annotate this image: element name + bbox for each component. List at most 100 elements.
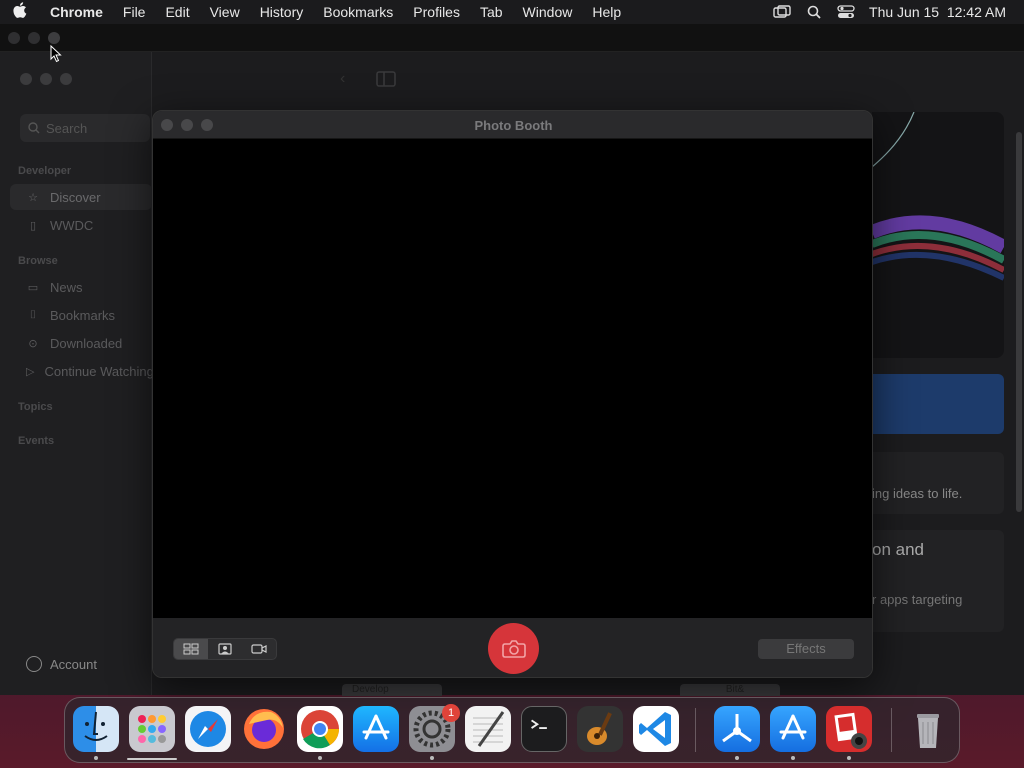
- dock-separator: [891, 708, 892, 752]
- camera-preview: [153, 139, 872, 618]
- play-icon: ▷: [26, 365, 35, 378]
- sidebar-item-label: Discover: [50, 189, 101, 205]
- window-title: Photo Booth: [474, 118, 553, 133]
- spotlight-search-icon[interactable]: [805, 5, 823, 19]
- hero-banner[interactable]: [872, 112, 1004, 358]
- finder-icon[interactable]: [73, 706, 119, 752]
- account-label: Account: [50, 656, 97, 672]
- shutter-button[interactable]: [488, 623, 539, 674]
- card-text: ing ideas to life.: [872, 486, 963, 501]
- sidebar-item-label: News: [50, 279, 83, 295]
- account-button[interactable]: Account: [26, 656, 97, 672]
- menu-window[interactable]: Window: [513, 4, 583, 20]
- trash-icon[interactable]: [905, 706, 951, 752]
- sidebar-item-label: Bookmarks: [50, 307, 116, 323]
- section-topics[interactable]: Topics: [18, 401, 53, 413]
- sidebar-item-discover[interactable]: ☆ Discover: [10, 184, 152, 210]
- textedit-icon[interactable]: [465, 706, 511, 752]
- menu-profiles[interactable]: Profiles: [403, 4, 470, 20]
- terminal-icon[interactable]: [521, 706, 567, 752]
- sidebar-item-downloaded[interactable]: ⊙ Downloaded: [10, 330, 152, 356]
- app-store-2-icon[interactable]: [770, 706, 816, 752]
- sidebar-item-label: Continue Watching: [44, 363, 152, 379]
- photo-booth-toolbar: Effects: [153, 618, 872, 677]
- capture-mode-selector: [173, 638, 277, 660]
- running-indicator: [791, 756, 795, 760]
- launchpad-icon[interactable]: [129, 706, 175, 752]
- minimize-button[interactable]: [28, 32, 40, 44]
- sidebar-item-bookmarks[interactable]: ⌷ Bookmarks: [10, 302, 152, 328]
- bookmark-icon: ⌷: [29, 308, 37, 321]
- camera-icon: [501, 639, 526, 658]
- menu-help[interactable]: Help: [582, 4, 631, 20]
- minimize-button[interactable]: [40, 73, 52, 85]
- effects-button[interactable]: Effects: [758, 639, 854, 659]
- menu-view[interactable]: View: [200, 4, 250, 20]
- search-placeholder: Search: [46, 120, 88, 136]
- section-events[interactable]: Events: [18, 435, 54, 447]
- sidebar-item-continue-watching[interactable]: ▷ Continue Watching: [10, 358, 152, 384]
- featured-card[interactable]: [872, 374, 1004, 434]
- account-icon: [26, 656, 42, 672]
- menu-bookmarks[interactable]: Bookmarks: [313, 4, 403, 20]
- sidebar-item-label: WWDC: [50, 217, 94, 233]
- close-button[interactable]: [20, 73, 32, 85]
- vscode-icon[interactable]: [633, 706, 679, 752]
- section-browse: Browse: [18, 255, 58, 267]
- background-window-titlebar: [0, 24, 1024, 52]
- mouse-cursor-icon: [50, 44, 62, 68]
- app-store-icon[interactable]: [353, 706, 399, 752]
- notification-badge: 1: [442, 704, 460, 722]
- scrollbar[interactable]: [1016, 132, 1022, 512]
- apple-menu-icon[interactable]: [0, 1, 40, 23]
- wwdc-icon: ▯: [29, 219, 37, 232]
- bottom-card-tab[interactable]: Bit&: [680, 684, 780, 696]
- developer-window-controls: [20, 73, 72, 85]
- search-icon: [28, 122, 40, 134]
- menu-app-name[interactable]: Chrome: [40, 4, 113, 20]
- sidebar-item-label: Downloaded: [50, 335, 123, 351]
- sidebar-toggle-icon[interactable]: [376, 71, 396, 92]
- bottom-card-tab[interactable]: Develop: [342, 684, 442, 696]
- scroll-indicator: [127, 758, 177, 760]
- grid-view-icon[interactable]: [174, 639, 208, 659]
- zoom-button[interactable]: [60, 73, 72, 85]
- article-card[interactable]: ing ideas to life.: [872, 452, 1004, 514]
- zoom-button[interactable]: [48, 32, 60, 44]
- back-chevron-icon[interactable]: ‹: [340, 70, 345, 88]
- section-developer: Developer: [18, 165, 72, 177]
- garageband-icon[interactable]: [577, 706, 623, 752]
- safari-icon[interactable]: [185, 706, 231, 752]
- menu-history[interactable]: History: [250, 4, 314, 20]
- dock-separator: [695, 708, 696, 752]
- photo-booth-icon[interactable]: [826, 706, 872, 752]
- wwdc-artwork: [872, 112, 1004, 281]
- menu-bar: Chrome File Edit View History Bookmarks …: [0, 0, 1024, 24]
- instruments-icon[interactable]: [714, 706, 760, 752]
- menu-file[interactable]: File: [113, 4, 156, 20]
- close-button[interactable]: [8, 32, 20, 44]
- running-indicator: [94, 756, 98, 760]
- running-indicator: [735, 756, 739, 760]
- menu-edit[interactable]: Edit: [155, 4, 199, 20]
- menu-clock[interactable]: Thu Jun 15 12:42 AM: [869, 4, 1006, 20]
- sidebar-item-wwdc[interactable]: ▯ WWDC: [10, 212, 152, 238]
- chrome-icon[interactable]: [297, 706, 343, 752]
- download-icon: ⊙: [28, 337, 38, 350]
- control-center-icon[interactable]: [837, 5, 855, 19]
- photo-booth-window: Photo Booth Effects: [152, 110, 873, 678]
- sidebar-item-news[interactable]: ▭ News: [10, 274, 152, 300]
- single-photo-icon[interactable]: [208, 639, 242, 659]
- photo-booth-titlebar[interactable]: Photo Booth: [153, 111, 872, 139]
- firefox-icon[interactable]: [241, 706, 287, 752]
- news-icon: ▭: [27, 281, 39, 294]
- star-icon: ☆: [28, 191, 38, 204]
- dock: 1: [64, 697, 960, 763]
- search-field[interactable]: Search: [20, 114, 150, 142]
- menu-tab[interactable]: Tab: [470, 4, 513, 20]
- screen-mirroring-icon[interactable]: [773, 5, 791, 19]
- running-indicator: [847, 756, 851, 760]
- video-icon[interactable]: [242, 639, 276, 659]
- article-card[interactable]: on and r apps targeting: [872, 530, 1004, 632]
- card-text: r apps targeting: [872, 592, 963, 607]
